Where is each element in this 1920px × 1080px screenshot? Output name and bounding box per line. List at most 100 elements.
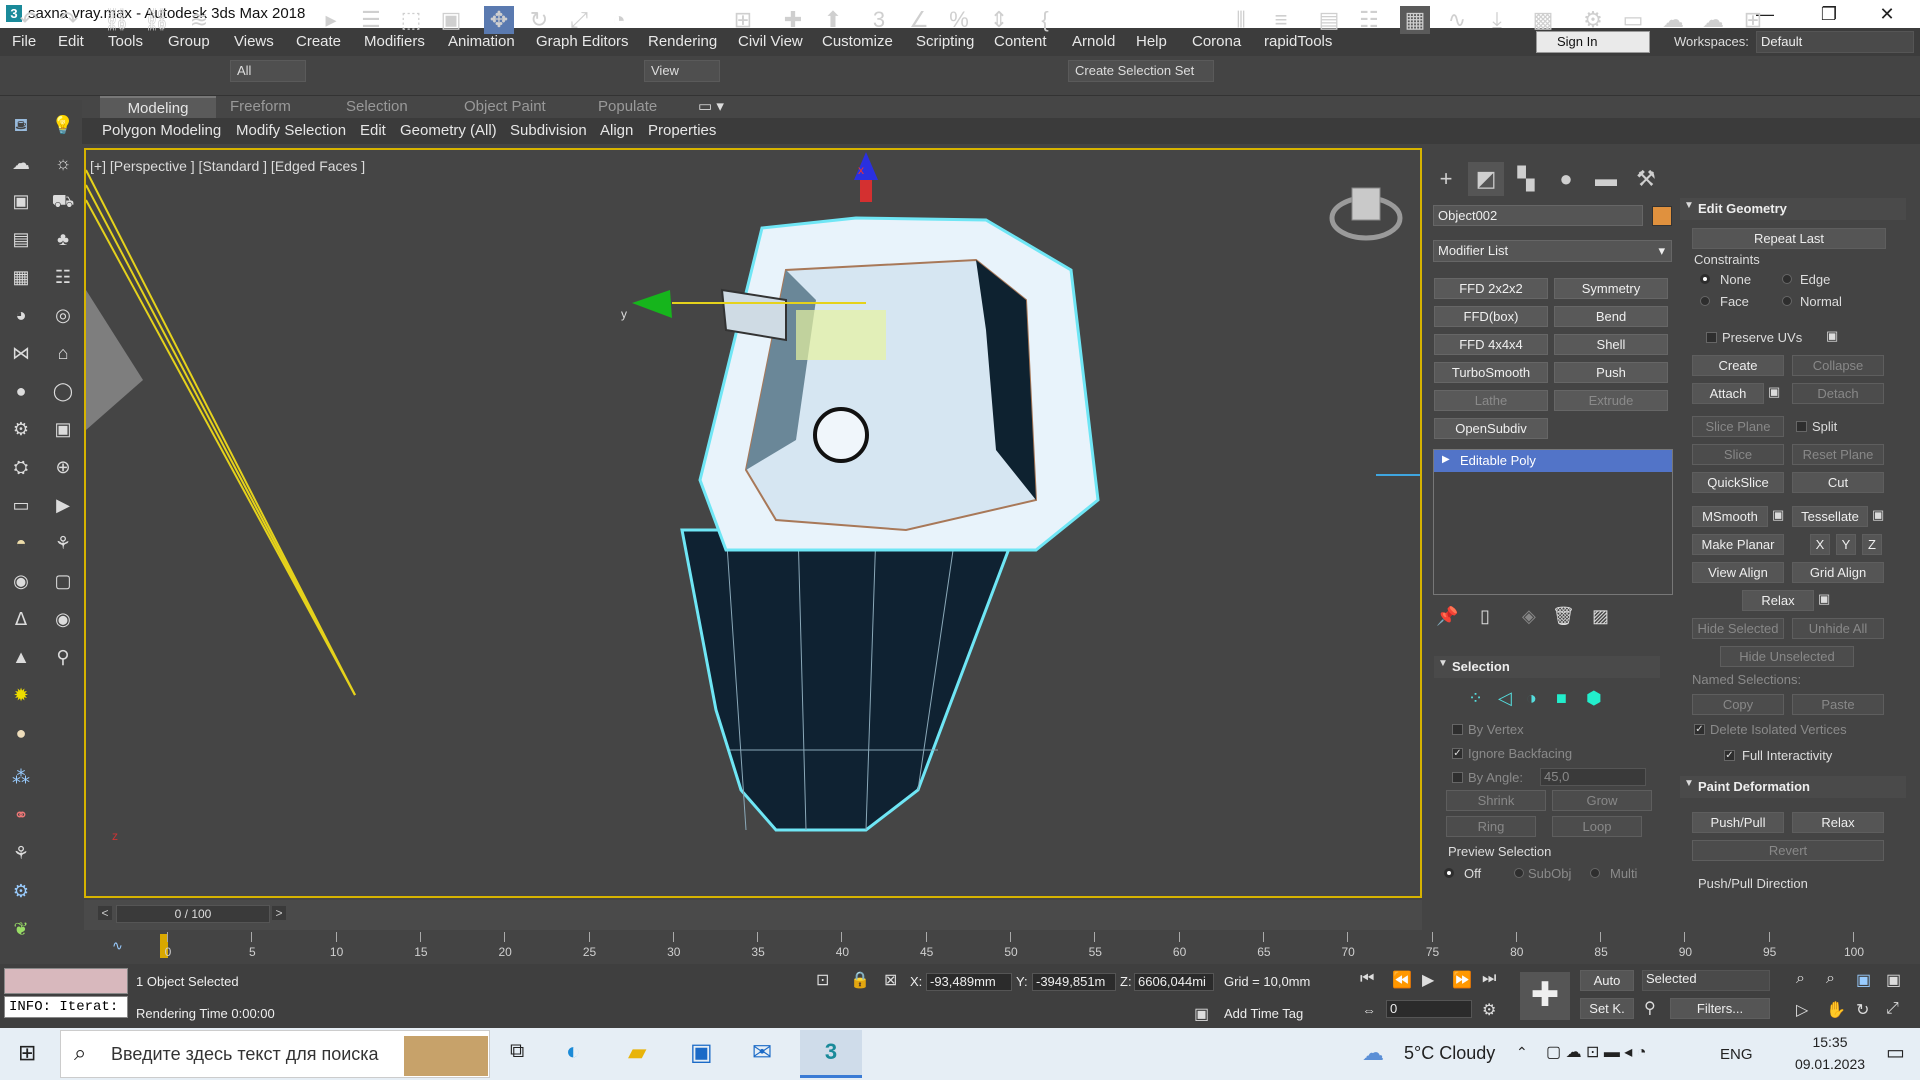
material-editor-icon[interactable]: ▩ (1528, 6, 1558, 34)
constraint-normal-radio[interactable] (1782, 296, 1792, 306)
scene-explorer-icon[interactable]: ▤ (1314, 6, 1344, 34)
isolate-selection-icon[interactable]: ⊡ (816, 970, 829, 990)
paste-button[interactable]: Paste (1792, 694, 1884, 715)
delete-isolated-checkbox[interactable]: ✓ (1694, 724, 1705, 735)
copy-button[interactable]: Copy (1692, 694, 1784, 715)
x-coordinate-field[interactable]: -93,489mm (926, 973, 1012, 991)
notifications-icon[interactable]: ▭ (1886, 1040, 1905, 1065)
align-icon[interactable]: ≡ (1266, 6, 1296, 34)
paint-relax-button[interactable]: Relax (1792, 812, 1884, 833)
remove-modifier-icon[interactable]: 🗑 (1552, 606, 1575, 627)
table-icon[interactable]: ☷ (50, 264, 76, 290)
unhide-all-button[interactable]: Unhide All (1792, 618, 1884, 639)
menu-rendering[interactable]: Rendering (648, 28, 717, 56)
absolute-mode-icon[interactable]: ⊠ (884, 970, 897, 990)
menu-arnold[interactable]: Arnold (1072, 28, 1115, 56)
camera-icon[interactable]: ⛟ (50, 188, 76, 214)
zoom-extents-all-icon[interactable]: ▣ (1886, 970, 1901, 990)
tessellate-button[interactable]: Tessellate (1792, 506, 1868, 527)
sun-icon[interactable]: ☼ (50, 150, 76, 176)
collapse-button[interactable]: Collapse (1792, 355, 1884, 376)
by-angle-checkbox[interactable] (1452, 772, 1463, 783)
msmooth-button[interactable]: MSmooth (1692, 506, 1768, 527)
key-mode-icon[interactable]: ⇔ (1362, 1002, 1376, 1018)
input-language[interactable]: ENG (1720, 1046, 1753, 1063)
zoom-extents-icon[interactable]: ▣ (1856, 970, 1871, 990)
make-planar-button[interactable]: Make Planar (1692, 534, 1784, 555)
bulb-icon[interactable]: ◎ (50, 302, 76, 328)
modifier-lathe[interactable]: Lathe (1434, 390, 1548, 411)
sign-in-dropdown[interactable]: Sign In (1536, 31, 1650, 53)
ribbon-properties[interactable]: Properties (648, 118, 716, 144)
create-button[interactable]: Create (1692, 355, 1784, 376)
zoom-icon[interactable]: ⌕ (1796, 970, 1805, 988)
angle-snap-icon[interactable]: ∠ (904, 6, 934, 34)
settings-icon[interactable]: ⚙ (8, 878, 34, 904)
time-tag-icon[interactable]: ▣ (1194, 1004, 1209, 1024)
move-icon[interactable]: ✥ (484, 6, 514, 34)
by-vertex-checkbox[interactable] (1452, 724, 1463, 735)
eye-icon[interactable]: ◉ (50, 606, 76, 632)
modifier-list-dropdown[interactable]: Modifier List ▾ (1433, 240, 1672, 262)
tab-modeling[interactable]: Modeling (100, 96, 216, 118)
render-icon[interactable]: ⛭ (8, 454, 34, 480)
go-to-end-icon[interactable]: ⏭ (1482, 970, 1496, 988)
element-mode-icon[interactable]: ⬢ (1586, 688, 1602, 709)
selection-filter-dropdown[interactable]: All (230, 60, 306, 82)
time-slider[interactable]: 0 / 100 (116, 905, 270, 923)
circle-icon[interactable]: ◯ (50, 378, 76, 404)
constraint-edge-radio[interactable] (1782, 274, 1792, 284)
hide-selected-button[interactable]: Hide Selected (1692, 618, 1784, 639)
percent-snap-icon[interactable]: % (944, 6, 974, 34)
z-coordinate-field[interactable]: 6606,044mi (1134, 973, 1214, 991)
full-interactivity-checkbox[interactable]: ✓ (1724, 750, 1735, 761)
viewport-label[interactable]: [+] [Perspective ] [Standard ] [Edged Fa… (90, 158, 365, 174)
tab-selection[interactable]: Selection (346, 96, 408, 118)
key-filter-dropdown[interactable]: Selected (1642, 970, 1770, 991)
tab-object-paint[interactable]: Object Paint (464, 96, 546, 118)
windows-start-icon[interactable]: ⊞ (18, 1040, 36, 1066)
bind-space-warp-icon[interactable]: ≋ (184, 6, 214, 34)
unlink-icon[interactable]: ⛓ (142, 6, 172, 34)
tree-icon[interactable]: ♣ (50, 226, 76, 252)
film-icon[interactable]: ▶ (50, 492, 76, 518)
edit-geometry-rollout-header[interactable]: Edit Geometry (1680, 198, 1906, 220)
pivot-point-icon[interactable]: ⊞ (728, 6, 758, 34)
msmooth-settings-icon[interactable]: ▣ (1772, 507, 1784, 523)
tab-freeform[interactable]: Freeform (230, 96, 291, 118)
push-pull-button[interactable]: Push/Pull (1692, 812, 1784, 833)
grid-align-button[interactable]: Grid Align (1792, 562, 1884, 583)
expand-arrow-icon[interactable]: ▶ (1442, 454, 1450, 465)
window-crossing-icon[interactable]: ▣ (436, 6, 466, 34)
selection-rollout-header[interactable]: Selection (1434, 656, 1660, 678)
keyboard-shortcut-icon[interactable]: ⬆ (818, 6, 848, 34)
slice-plane-button[interactable]: Slice Plane (1692, 416, 1784, 437)
lock-icon[interactable]: ⌂ (50, 340, 76, 366)
ignore-backfacing-checkbox[interactable]: ✓ (1452, 748, 1463, 759)
time-configuration-icon[interactable]: ⚙ (1482, 1000, 1496, 1020)
orbit-icon[interactable]: ↻ (1856, 1000, 1869, 1020)
reset-plane-button[interactable]: Reset Plane (1792, 444, 1884, 465)
close-button[interactable]: ✕ (1864, 0, 1910, 28)
box-icon[interactable]: ▣ (50, 416, 76, 442)
select-by-name-icon[interactable]: ☰ (356, 6, 386, 34)
quickslice-button[interactable]: QuickSlice (1692, 472, 1784, 493)
frame-icon[interactable]: ▢ (50, 568, 76, 594)
store-icon[interactable]: ▣ (690, 1038, 713, 1067)
calculator-icon[interactable]: ▦ (8, 264, 34, 290)
network-icon[interactable]: ⚘ (8, 840, 34, 866)
preview-off-radio[interactable] (1444, 868, 1454, 878)
slice-button[interactable]: Slice (1692, 444, 1784, 465)
shrink-button[interactable]: Shrink (1446, 790, 1546, 811)
layer-explorer-icon[interactable]: ☷ (1354, 6, 1384, 34)
display-tab-icon[interactable]: ▬ (1588, 162, 1624, 196)
planar-x-button[interactable]: X (1810, 534, 1830, 555)
ribbon-geometry-all[interactable]: Geometry (All) (400, 118, 497, 144)
constraint-face-radio[interactable] (1700, 296, 1710, 306)
relax-button[interactable]: Relax (1742, 590, 1814, 611)
constraint-none-radio[interactable] (1700, 274, 1710, 284)
field-of-view-icon[interactable]: ▷ (1796, 1000, 1808, 1020)
modifier-opensubdiv[interactable]: OpenSubdiv (1434, 418, 1548, 439)
relax-settings-icon[interactable]: ▣ (1818, 591, 1830, 607)
polygon-mode-icon[interactable]: ■ (1556, 688, 1567, 709)
